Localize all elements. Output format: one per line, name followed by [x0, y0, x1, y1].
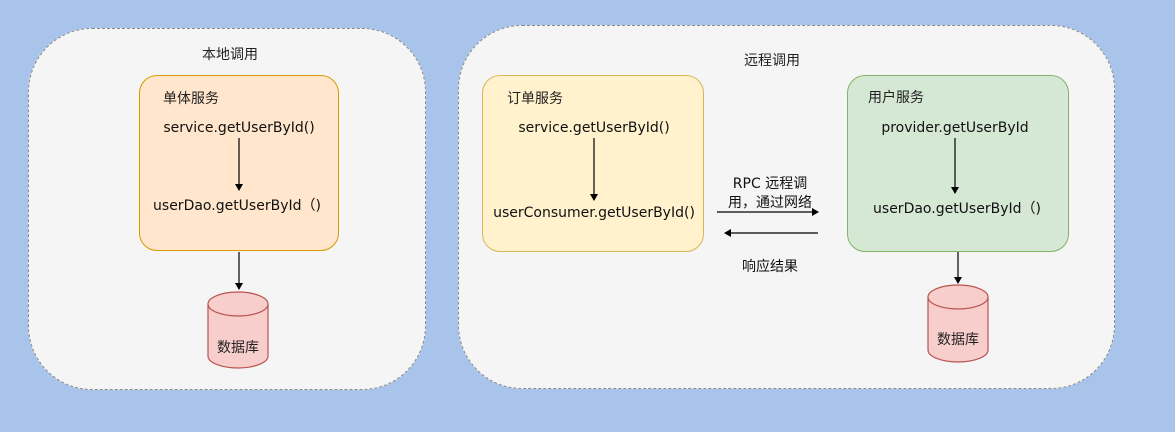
monolith-service-title: 单体服务: [163, 91, 219, 107]
order-service-call: service.getUserById(): [518, 120, 670, 136]
order-service-title: 订单服务: [507, 91, 563, 107]
local-call-title: 本地调用: [202, 47, 258, 63]
rpc-call-label-line1: RPC 远程调: [732, 176, 808, 192]
user-provider-call: provider.getUserById: [881, 120, 1029, 136]
monolith-service-call: service.getUserById(): [163, 120, 315, 136]
user-dao-call: userDao.getUserById（): [873, 201, 1041, 217]
rpc-call-label-line2: 用，通过网络: [728, 195, 812, 211]
user-service-title: 用户服务: [868, 90, 924, 106]
response-label: 响应结果: [742, 259, 798, 275]
remote-call-title: 远程调用: [744, 53, 800, 69]
remote-database-label: 数据库: [937, 332, 979, 348]
order-consumer-call: userConsumer.getUserById(): [493, 205, 695, 221]
local-database-label: 数据库: [217, 340, 259, 356]
monolith-dao-call: userDao.getUserById（): [153, 198, 321, 214]
